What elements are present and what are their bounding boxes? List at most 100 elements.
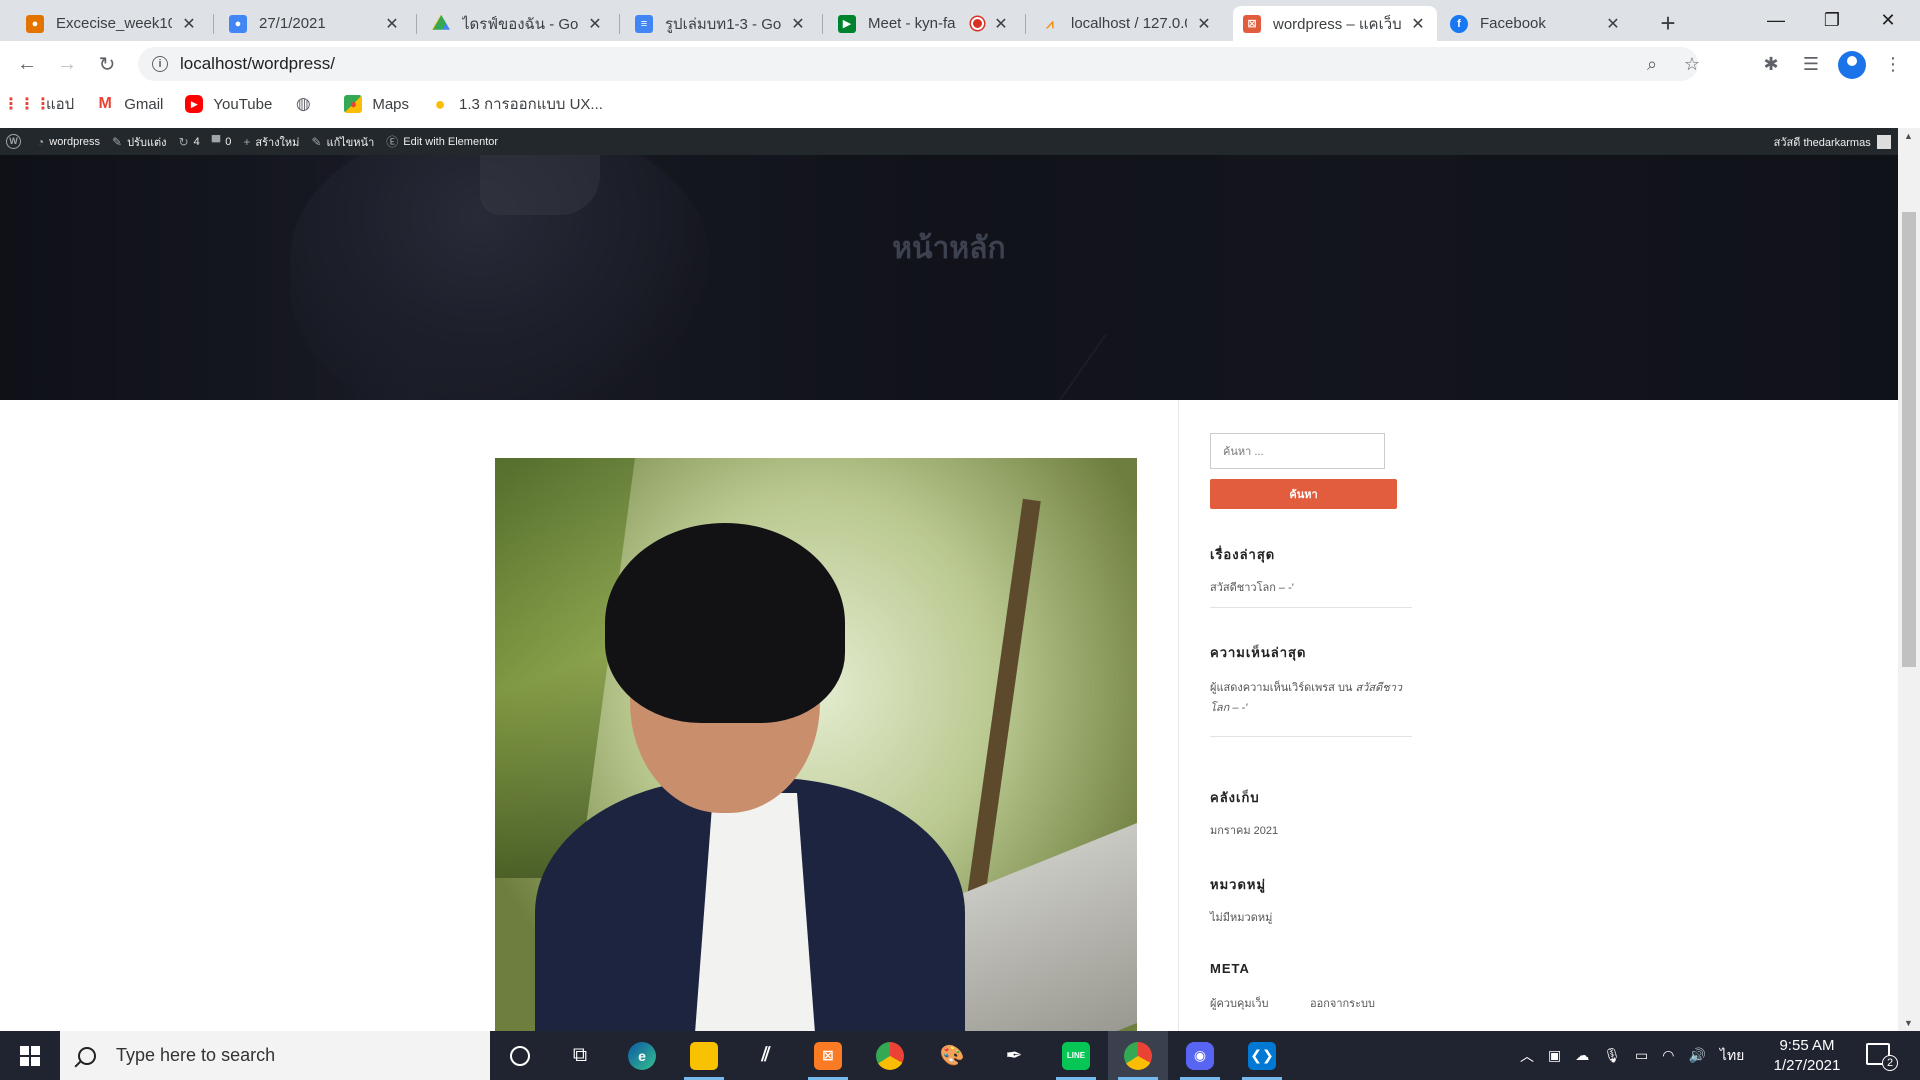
tab-active[interactable]: ⊠ wordpress – แคเว็บ ✕ bbox=[1233, 6, 1437, 41]
close-icon[interactable]: ✕ bbox=[992, 15, 1010, 33]
close-icon[interactable]: ✕ bbox=[789, 15, 807, 33]
onedrive-icon[interactable]: ☁ bbox=[1575, 1047, 1589, 1064]
taskbar-app-draw[interactable]: ✒ bbox=[984, 1031, 1044, 1080]
recent-post-link[interactable]: สวัสดีชาวโลก – -' bbox=[1210, 578, 1294, 598]
address-bar[interactable]: i localhost/wordpress/ ⌕ ☆ bbox=[138, 47, 1700, 81]
cortana-button[interactable] bbox=[490, 1031, 550, 1080]
bookmark-star-icon[interactable]: ☆ bbox=[1681, 53, 1703, 75]
avatar[interactable] bbox=[1876, 134, 1891, 149]
archive-link[interactable]: มกราคม 2021 bbox=[1210, 821, 1278, 841]
close-icon[interactable]: ✕ bbox=[1409, 15, 1427, 33]
forward-button[interactable]: → bbox=[52, 49, 82, 79]
scroll-down-icon[interactable]: ▼ bbox=[1904, 1018, 1913, 1028]
taskbar-app-vscode[interactable]: ❮❯ bbox=[1232, 1031, 1292, 1080]
close-icon[interactable]: ✕ bbox=[1604, 15, 1622, 33]
page-title: หน้าหลัก bbox=[892, 231, 1006, 266]
close-icon[interactable]: ✕ bbox=[586, 15, 604, 33]
category-link[interactable]: ไม่มีหมวดหมู่ bbox=[1210, 908, 1272, 928]
meta-link[interactable]: ผู้ควบคุมเว็บ bbox=[1210, 994, 1269, 1014]
microphone-icon[interactable]: 🎙 bbox=[1603, 1047, 1621, 1064]
browser-toolbar: ← → ↻ i localhost/wordpress/ ⌕ ☆ ✱ ☰ ⋮ bbox=[0, 41, 1920, 88]
language-indicator[interactable]: ไทย bbox=[1720, 1045, 1744, 1067]
comment-author[interactable]: ผู้แสดงความเห็นเวิร์ดเพรส bbox=[1210, 682, 1335, 694]
taskbar-app-paint[interactable]: 🎨 bbox=[922, 1031, 982, 1080]
wp-account-greeting[interactable]: สวัสดี thedarkarmas bbox=[1774, 133, 1871, 151]
system-tray: ︿ ▣ ☁ 🎙 ▭ ◠ 🔊 ไทย bbox=[1520, 1031, 1744, 1080]
bookmark-label: แอป bbox=[46, 96, 75, 113]
featured-image[interactable] bbox=[495, 458, 1137, 1031]
pen-icon: ✒ bbox=[1005, 1045, 1023, 1067]
wp-elementor[interactable]: Ⓔ Edit with Elementor bbox=[386, 133, 498, 150]
taskbar-app-chrome-active[interactable] bbox=[1108, 1031, 1168, 1080]
tab[interactable]: ● 27/1/2021 ✕ bbox=[219, 6, 411, 41]
menu-icon[interactable]: ⋮ bbox=[1878, 49, 1908, 79]
recent-comment: ผู้แสดงความเห็นเวิร์ดเพรส บน สวัสดีชาวโล… bbox=[1210, 678, 1410, 718]
close-window-button[interactable]: ✕ bbox=[1860, 0, 1916, 40]
back-button[interactable]: ← bbox=[12, 49, 42, 79]
wp-updates[interactable]: ↻ 4 bbox=[179, 135, 200, 149]
meta-link[interactable]: ออกจากระบบ bbox=[1310, 994, 1375, 1014]
tab[interactable]: ≡ รูปเล่มบท1-3 - Goog ✕ bbox=[625, 6, 817, 41]
tab-strip: ● Excecise_week10 ✕ ● 27/1/2021 ✕ ไดรฟ์ข… bbox=[0, 0, 1920, 41]
wp-comments[interactable]: ▀ 0 bbox=[212, 135, 232, 149]
device-icon[interactable]: ▣ bbox=[1548, 1047, 1561, 1064]
info-icon[interactable]: i bbox=[152, 56, 168, 72]
youtube-icon: ▶ bbox=[185, 95, 204, 113]
tab[interactable]: ▶ Meet - kyn-fa ✕ bbox=[828, 6, 1020, 41]
page-scrollbar[interactable]: ▲ ▼ bbox=[1898, 128, 1920, 1031]
media-control-icon[interactable]: ☰ bbox=[1796, 49, 1826, 79]
wp-customize[interactable]: ✎ ปรับแต่ง bbox=[112, 133, 167, 151]
bookmark-apps[interactable]: ⋮⋮⋮ แอป bbox=[3, 92, 75, 116]
task-view-button[interactable]: ⧉ bbox=[550, 1031, 610, 1080]
profile-avatar[interactable] bbox=[1838, 51, 1866, 79]
restore-button[interactable]: ❐ bbox=[1804, 0, 1860, 40]
close-icon[interactable]: ✕ bbox=[1195, 15, 1213, 33]
bookmark-youtube[interactable]: ▶ YouTube bbox=[185, 95, 272, 113]
meet-icon: ▶ bbox=[838, 14, 856, 33]
wp-new-content[interactable]: + สร้างใหม่ bbox=[243, 133, 299, 151]
tab[interactable]: ⩘ localhost / 127.0.0 ✕ bbox=[1031, 6, 1223, 41]
scrollbar-thumb[interactable] bbox=[1902, 212, 1916, 667]
zoom-icon[interactable]: ⌕ bbox=[1641, 53, 1663, 75]
taskbar-app-xampp[interactable]: ⊠ bbox=[798, 1031, 858, 1080]
clock-time: 9:55 AM bbox=[1779, 1037, 1835, 1054]
search-input[interactable]: ค้นหา ... bbox=[1210, 433, 1385, 469]
idea-icon: ● bbox=[434, 93, 446, 114]
taskbar-app-edge[interactable]: e bbox=[612, 1031, 672, 1080]
taskbar-app-explorer[interactable] bbox=[674, 1031, 734, 1080]
bookmark-gmail[interactable]: M Gmail bbox=[96, 95, 164, 113]
sidebar-divider bbox=[1178, 400, 1179, 1031]
new-tab-button[interactable]: + bbox=[1654, 8, 1682, 38]
taskbar-app-discord[interactable]: ◉ bbox=[1170, 1031, 1230, 1080]
taskbar-app-chrome[interactable] bbox=[860, 1031, 920, 1080]
clock[interactable]: 9:55 AM 1/27/2021 bbox=[1762, 1036, 1852, 1076]
bookmark-ux[interactable]: ● 1.3 การออกแบบ UX... bbox=[431, 92, 603, 116]
notification-center[interactable]: 2 bbox=[1866, 1043, 1898, 1071]
taskbar-search[interactable]: Type here to search bbox=[60, 1031, 490, 1080]
volume-icon[interactable]: 🔊 bbox=[1688, 1047, 1705, 1064]
search-button[interactable]: ค้นหา bbox=[1210, 479, 1397, 509]
start-button[interactable] bbox=[0, 1031, 60, 1080]
taskbar-app-line[interactable]: LINE bbox=[1046, 1031, 1106, 1080]
wp-logo[interactable]: W bbox=[6, 134, 21, 149]
wp-edit-page[interactable]: ✎ แก้ไขหน้า bbox=[311, 133, 374, 151]
battery-icon[interactable]: ▭ bbox=[1635, 1047, 1648, 1064]
wp-site-name[interactable]: ◔ wordpress bbox=[37, 135, 100, 149]
close-icon[interactable]: ✕ bbox=[383, 15, 401, 33]
close-icon[interactable]: ✕ bbox=[180, 15, 198, 33]
scroll-up-icon[interactable]: ▲ bbox=[1904, 131, 1913, 141]
bookmark-label: YouTube bbox=[213, 95, 273, 113]
xampp-icon: ⊠ bbox=[814, 1041, 842, 1070]
tab[interactable]: ไดรฟ์ของฉัน - Goog ✕ bbox=[422, 6, 614, 41]
wifi-icon[interactable]: ◠ bbox=[1662, 1047, 1674, 1064]
paint-icon: 🎨 bbox=[939, 1045, 965, 1067]
minimize-button[interactable]: — bbox=[1748, 0, 1804, 40]
taskbar-app-unknown[interactable]: ⫽ bbox=[736, 1031, 796, 1080]
reload-button[interactable]: ↻ bbox=[92, 49, 122, 79]
extensions-icon[interactable]: ✱ bbox=[1756, 49, 1786, 79]
tab[interactable]: f Facebook ✕ bbox=[1440, 6, 1632, 41]
chevron-up-icon[interactable]: ︿ bbox=[1520, 1046, 1534, 1066]
bookmark-maps[interactable]: ● Maps bbox=[344, 95, 409, 113]
bookmark-globe[interactable]: ◍ bbox=[294, 94, 322, 113]
tab[interactable]: ● Excecise_week10 ✕ bbox=[16, 6, 208, 41]
